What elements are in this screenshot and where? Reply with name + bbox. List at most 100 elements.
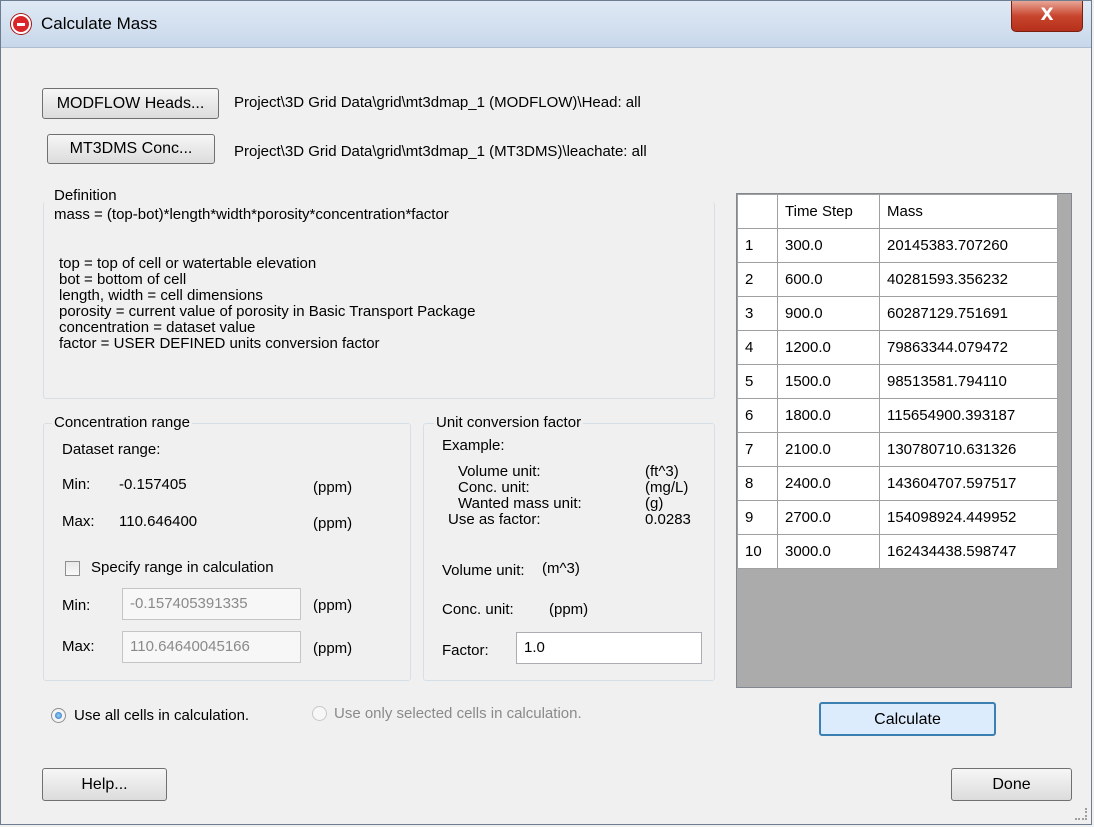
time-step-header[interactable]: Time Step [777,194,880,229]
use-selected-cells-label[interactable]: Use only selected cells in calculation. [334,705,582,722]
time-step-cell[interactable]: 300.0 [777,228,880,263]
dataset-range-label: Dataset range: [62,441,161,458]
results-row[interactable]: 6 1800.0 115654900.393187 [737,398,1058,433]
mass-cell[interactable]: 98513581.794110 [879,364,1058,399]
dataset-min-label: Min: [62,476,91,493]
row-number-cell: 10 [737,534,778,569]
definition-line: length, width = cell dimensions [59,287,263,304]
factor-input[interactable]: 1.0 [516,632,702,664]
dataset-min-value: -0.157405 [119,476,187,493]
time-step-cell[interactable]: 2100.0 [777,432,880,467]
definition-lines: top = top of cell or watertable elevatio… [59,256,475,352]
mass-cell[interactable]: 60287129.751691 [879,296,1058,331]
results-header-row: Time Step Mass [737,194,1058,229]
calculate-button[interactable]: Calculate [819,702,996,736]
results-row[interactable]: 5 1500.0 98513581.794110 [737,364,1058,399]
row-number-cell: 5 [737,364,778,399]
example-factor-label: Use as factor: [448,511,541,528]
range-max-unit: (ppm) [313,640,353,657]
dataset-min-unit: (ppm) [313,479,353,496]
conc-unit-label: Conc. unit: [442,601,514,618]
results-row[interactable]: 9 2700.0 154098924.449952 [737,500,1058,535]
unit-conversion-group: Unit conversion factor Example: Volume u… [423,414,715,681]
results-grid[interactable]: Time Step Mass 1 300.0 20145383.707260 2 600… [736,193,1072,688]
time-step-cell[interactable]: 900.0 [777,296,880,331]
results-table: Time Step Mass 1 300.0 20145383.707260 2 600… [737,194,1058,569]
specify-range-checkbox[interactable] [65,561,80,576]
row-number-cell: 4 [737,330,778,365]
mass-cell[interactable]: 162434438.598747 [879,534,1058,569]
mass-cell[interactable]: 130780710.631326 [879,432,1058,467]
definition-line: concentration = dataset value [59,319,256,336]
mass-cell[interactable]: 154098924.449952 [879,500,1058,535]
concentration-range-label: Concentration range [52,414,192,431]
close-button[interactable]: X [1011,1,1083,32]
example-conc-label: Conc. unit: [458,479,530,496]
use-all-cells-radio[interactable] [51,708,66,723]
range-max-label: Max: [62,638,95,655]
example-mass-value: (g) [645,495,664,512]
range-min-input[interactable]: -0.157405391335 [122,588,301,620]
volume-unit-value: (m^3) [542,560,580,577]
conc-unit-value: (ppm) [549,601,589,618]
specify-range-label[interactable]: Specify range in calculation [91,559,274,576]
use-selected-cells-radio[interactable] [312,706,327,721]
row-number-cell: 6 [737,398,778,433]
results-row[interactable]: 1 300.0 20145383.707260 [737,228,1058,263]
results-row[interactable]: 3 900.0 60287129.751691 [737,296,1058,331]
mass-cell[interactable]: 20145383.707260 [879,228,1058,263]
example-conc-value: (mg/L) [645,479,689,496]
mass-header[interactable]: Mass [879,194,1058,229]
definition-group: Definition mass = (top-bot)*length*width… [43,187,715,399]
example-factor-value: 0.0283 [645,511,691,528]
definition-line: top = top of cell or watertable elevatio… [59,255,317,272]
example-volume-label: Volume unit: [458,463,541,480]
concentration-range-group: Concentration range Dataset range: Min: … [43,414,411,681]
factor-label: Factor: [442,642,489,659]
time-step-cell[interactable]: 1200.0 [777,330,880,365]
mass-cell[interactable]: 143604707.597517 [879,466,1058,501]
volume-unit-label: Volume unit: [442,562,525,579]
row-number-cell: 2 [737,262,778,297]
dataset-max-value: 110.646400 [119,513,198,530]
example-label: Example: [442,437,505,454]
results-row[interactable]: 2 600.0 40281593.356232 [737,262,1058,297]
mt3dms-conc-button[interactable]: MT3DMS Conc... [47,134,215,164]
dataset-max-label: Max: [62,513,95,530]
resize-grip-icon[interactable] [1075,808,1087,820]
row-number-cell: 1 [737,228,778,263]
time-step-cell[interactable]: 2700.0 [777,500,880,535]
time-step-cell[interactable]: 3000.0 [777,534,880,569]
row-number-cell: 3 [737,296,778,331]
app-icon [11,14,31,34]
row-number-cell: 7 [737,432,778,467]
range-max-input[interactable]: 110.64640045166 [122,631,301,663]
example-mass-label: Wanted mass unit: [458,495,582,512]
done-button[interactable]: Done [951,768,1072,801]
results-row[interactable]: 7 2100.0 130780710.631326 [737,432,1058,467]
title-bar: Calculate Mass X [1,1,1091,48]
time-step-cell[interactable]: 600.0 [777,262,880,297]
mass-cell[interactable]: 79863344.079472 [879,330,1058,365]
results-row[interactable]: 10 3000.0 162434438.598747 [737,534,1058,569]
example-volume-value: (ft^3) [645,463,679,480]
time-step-cell[interactable]: 2400.0 [777,466,880,501]
results-row[interactable]: 8 2400.0 143604707.597517 [737,466,1058,501]
range-min-label: Min: [62,597,91,614]
help-button[interactable]: Help... [42,768,167,801]
definition-line: bot = bottom of cell [59,271,187,288]
mass-cell[interactable]: 40281593.356232 [879,262,1058,297]
conc-dataset-path: Project\3D Grid Data\grid\mt3dmap_1 (MT3… [234,143,647,160]
unit-conversion-label: Unit conversion factor [434,414,584,431]
calculate-mass-dialog: Calculate Mass X MODFLOW Heads... Projec… [0,0,1092,825]
modflow-heads-button[interactable]: MODFLOW Heads... [42,88,219,119]
use-all-cells-label[interactable]: Use all cells in calculation. [74,707,249,724]
row-number-cell: 9 [737,500,778,535]
mass-cell[interactable]: 115654900.393187 [879,398,1058,433]
heads-dataset-path: Project\3D Grid Data\grid\mt3dmap_1 (MOD… [234,94,641,111]
dialog-content: MODFLOW Heads... Project\3D Grid Data\gr… [1,48,1091,824]
definition-line: factor = USER DEFINED units conversion f… [59,335,380,352]
time-step-cell[interactable]: 1500.0 [777,364,880,399]
results-row[interactable]: 4 1200.0 79863344.079472 [737,330,1058,365]
time-step-cell[interactable]: 1800.0 [777,398,880,433]
